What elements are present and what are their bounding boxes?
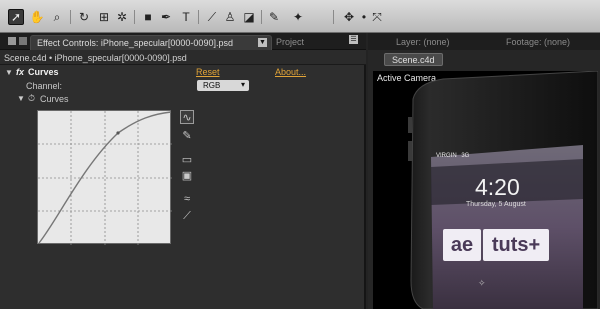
tab-footage[interactable]: Footage: (none) [506, 37, 570, 47]
tab-dropdown-icon[interactable]: ▼ [258, 38, 267, 47]
effect-panel-tabbar: Effect Controls: iPhone_specular[0000-00… [0, 33, 366, 50]
channel-select[interactable]: RGB ▾ [197, 80, 249, 91]
toolbar-separator [134, 10, 135, 24]
tab-layer[interactable]: Layer: (none) [396, 37, 450, 47]
axis-mode-tool-icon[interactable]: ✥ [341, 9, 357, 25]
collapse-triangle-icon[interactable]: ▼ [17, 94, 25, 103]
tab-effect-controls[interactable]: Effect Controls: iPhone_specular[0000-00… [30, 35, 272, 50]
eraser-tool-icon[interactable]: ◪ [241, 9, 257, 25]
puppet-pin-tool-icon[interactable]: ✦ [290, 9, 306, 25]
channel-value: RGB [203, 81, 221, 90]
tab-effect-controls-label: Effect Controls: iPhone_specular[0000-00… [37, 38, 233, 48]
network-type: 3G [461, 153, 470, 159]
hand-tool-icon[interactable]: ✋ [29, 9, 45, 25]
roto-brush-tool-icon[interactable]: ✎ [266, 9, 282, 25]
about-link[interactable]: About... [275, 67, 306, 77]
save-icon[interactable]: ▣ [180, 168, 194, 182]
channel-label: Channel: [26, 81, 63, 91]
curves-graph[interactable] [37, 110, 172, 245]
toolbar-separator [70, 10, 71, 24]
curves-graph-svg [38, 111, 172, 245]
toolbar-separator [261, 10, 262, 24]
world-axis-tool-icon[interactable]: ⤧ [369, 9, 385, 25]
rotate-tool-icon[interactable]: ↻ [76, 9, 92, 25]
carrier-name: VIRGIN [436, 153, 457, 159]
carrier-label: VIRGIN 3G [436, 153, 469, 159]
lock-time: 4:20 [475, 174, 520, 200]
curves-label: Curves [40, 94, 69, 104]
tab-project[interactable]: Project [276, 37, 304, 47]
type-tool-icon[interactable]: T [178, 9, 194, 25]
toolbar-separator [333, 10, 334, 24]
rectangle-tool-icon[interactable]: ■ [140, 9, 156, 25]
bezier-curve-tool-icon[interactable]: ∿ [180, 110, 194, 124]
clone-stamp-tool-icon[interactable]: ♙ [222, 9, 238, 25]
toolbar: ➚ ✋ ⌕ ↻ ⊞ ✲ ■ ✒ T ⟋ ♙ ◪ ✎ ✦ ✥ • ⤧ [0, 0, 600, 33]
collapse-triangle-icon[interactable]: ▼ [5, 68, 13, 77]
composition-panel: Layer: (none) Footage: (none) Scene.c4d … [368, 33, 600, 309]
ae-logo: ae [443, 229, 481, 261]
stopwatch-icon[interactable]: ⏱ [28, 93, 35, 104]
panel-menu-icon[interactable]: ☰ [349, 35, 358, 44]
curves-row: ▼ ⏱ Curves [0, 93, 366, 107]
lock-date: Thursday, 5 August [466, 201, 526, 208]
toolbar-separator [198, 10, 199, 24]
smooth-icon[interactable]: ≈ [180, 192, 194, 206]
pencil-tool-icon[interactable]: ✎ [180, 128, 194, 142]
selection-tool-icon[interactable]: ➚ [8, 9, 24, 25]
panel-close-icon[interactable] [19, 37, 27, 45]
composition-viewer[interactable]: Active Camera VIRGIN 3G 4:20 Thursday, 5… [373, 71, 598, 309]
ae-logo-text: ae [450, 233, 474, 256]
tuts-logo-text: tuts+ [491, 233, 541, 256]
tab-composition[interactable]: Scene.c4d [384, 53, 443, 66]
zoom-tool-icon[interactable]: ⌕ [49, 9, 65, 25]
viewer-tabbar: Layer: (none) Footage: (none) [368, 33, 600, 50]
pen-tool-icon[interactable]: ✒ [158, 9, 174, 25]
reset-curve-icon[interactable]: ⟋ [180, 209, 194, 223]
effect-header-row: ▼ fx Curves Reset About... [0, 67, 366, 81]
tuts-logo: tuts+ [483, 229, 549, 261]
pan-behind-tool-icon[interactable]: ✲ [114, 9, 130, 25]
anchor-point-icon[interactable]: ✧ [478, 278, 486, 289]
channel-row: Channel: RGB ▾ [0, 80, 366, 94]
effect-name: Curves [28, 67, 59, 77]
fx-icon: fx [16, 67, 25, 77]
reset-link[interactable]: Reset [196, 67, 220, 77]
camera-orbit-tool-icon[interactable]: ⊞ [96, 9, 112, 25]
brush-tool-icon[interactable]: ⟋ [204, 9, 220, 25]
chevron-down-icon: ▾ [240, 80, 245, 89]
panel-lock-icon[interactable] [8, 37, 16, 45]
breadcrumb: Scene.c4d • iPhone_specular[0000-0090].p… [0, 50, 366, 65]
open-folder-icon[interactable]: ▭ [180, 152, 194, 166]
